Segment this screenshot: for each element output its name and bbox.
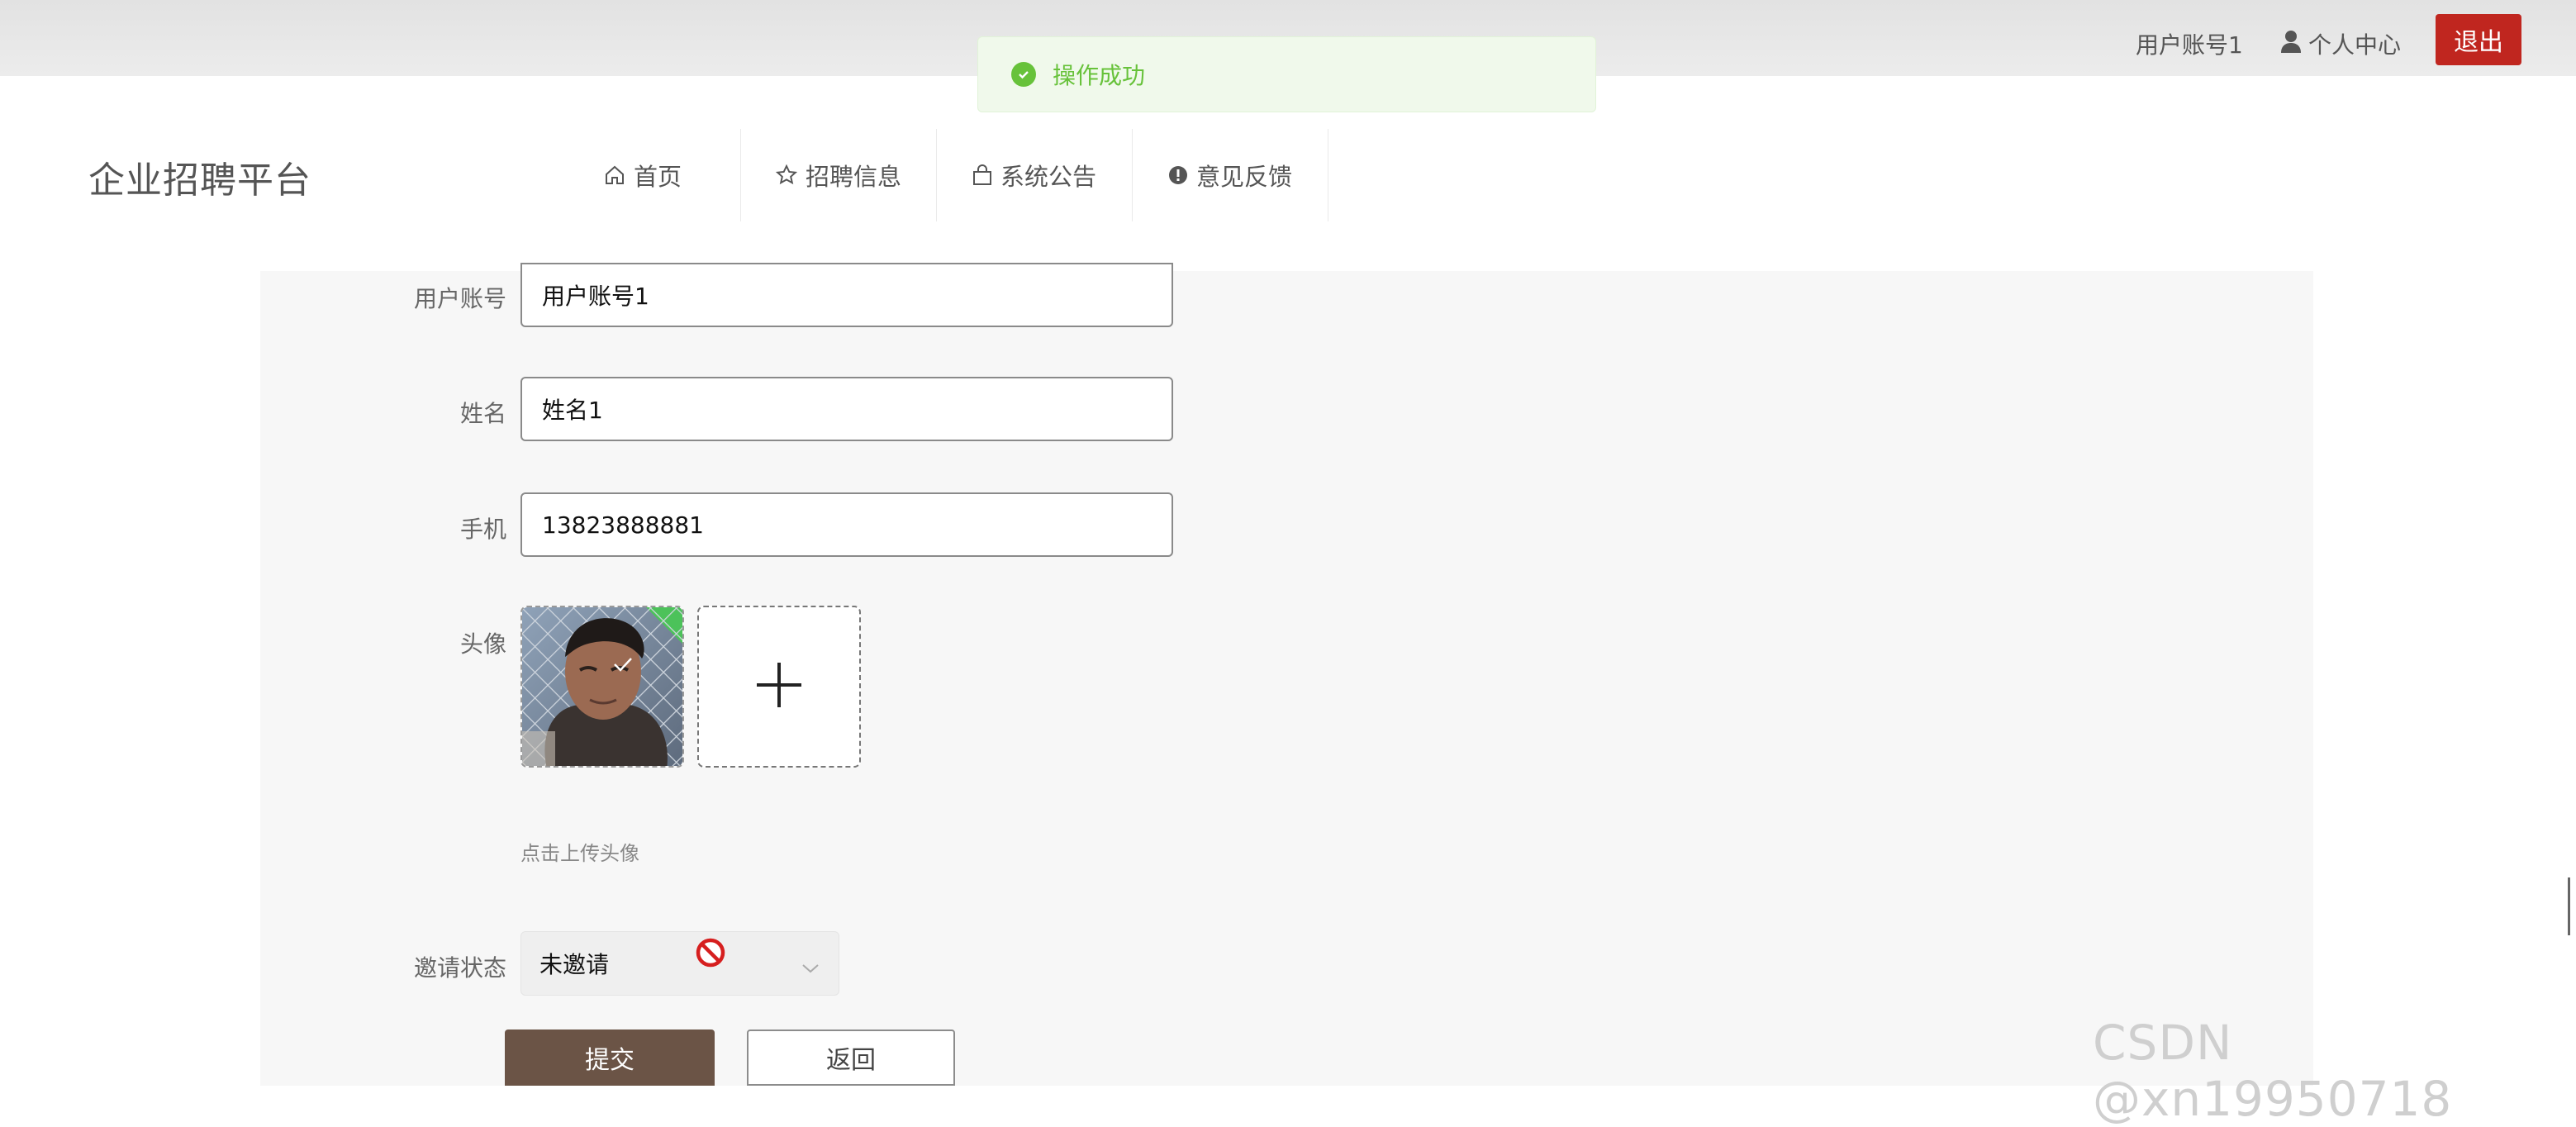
current-username: 用户账号1 <box>2136 31 2243 59</box>
watermark: CSDN @xn19950718 <box>2093 1015 2453 1127</box>
nav-item-label: 招聘信息 <box>805 163 901 191</box>
name-input[interactable]: 姓名1 <box>520 377 1173 441</box>
account-label: 用户账号 <box>413 285 506 312</box>
not-allowed-cursor-icon <box>694 936 727 972</box>
main-nav: 首页 招聘信息 系统公告 意见反馈 <box>545 129 1328 221</box>
nav-item-announcements[interactable]: 系统公告 <box>937 129 1133 221</box>
name-label: 姓名 <box>459 400 506 427</box>
nav-item-label: 意见反馈 <box>1195 163 1292 191</box>
upload-hint: 点击上传头像 <box>520 842 639 865</box>
personal-center-link[interactable]: 个人中心 <box>2280 27 2401 60</box>
nav-item-label: 首页 <box>633 163 682 191</box>
user-icon <box>2280 30 2302 59</box>
nav-item-jobs[interactable]: 招聘信息 <box>741 129 937 221</box>
submit-button[interactable]: 提交 <box>505 1030 715 1086</box>
scrollbar-thumb[interactable] <box>2568 877 2570 935</box>
bag-icon <box>972 164 992 186</box>
nav-item-home[interactable]: 首页 <box>545 129 741 221</box>
nav-item-feedback[interactable]: 意见反馈 <box>1133 129 1328 221</box>
invite-status-label: 邀请状态 <box>413 954 506 982</box>
check-icon <box>613 657 633 675</box>
invite-status-select[interactable]: 未邀请 <box>520 931 839 996</box>
plus-icon <box>755 661 803 712</box>
chevron-down-icon <box>801 953 820 981</box>
check-circle-icon <box>1011 62 1036 87</box>
personal-center-label: 个人中心 <box>2308 31 2402 59</box>
phone-label: 手机 <box>459 516 506 543</box>
success-toast: 操作成功 <box>977 36 1596 112</box>
invite-status-value: 未邀请 <box>539 951 610 978</box>
star-icon <box>775 164 797 186</box>
avatar-label: 头像 <box>459 630 506 658</box>
back-button[interactable]: 返回 <box>747 1030 955 1086</box>
toast-message: 操作成功 <box>1053 62 1146 89</box>
avatar-thumbnail[interactable] <box>520 606 684 768</box>
avatar-upload-button[interactable] <box>697 606 861 768</box>
nav-item-label: 系统公告 <box>1000 163 1096 191</box>
account-input[interactable]: 用户账号1 <box>520 263 1173 327</box>
phone-input[interactable]: 13823888881 <box>520 492 1173 557</box>
home-icon <box>604 164 625 186</box>
info-icon <box>1168 165 1188 185</box>
site-title: 企业招聘平台 <box>88 159 311 202</box>
logout-button[interactable]: 退出 <box>2436 14 2521 65</box>
